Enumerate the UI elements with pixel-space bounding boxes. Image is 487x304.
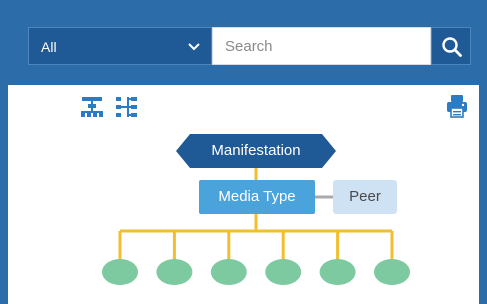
child-node[interactable] bbox=[374, 259, 410, 285]
child-node[interactable] bbox=[210, 259, 247, 285]
peer-node-label[interactable]: Peer bbox=[333, 180, 397, 214]
root-node-label[interactable]: Manifestation bbox=[176, 134, 336, 168]
selected-node-label[interactable]: Media Type bbox=[199, 180, 315, 214]
child-node[interactable] bbox=[319, 259, 356, 285]
child-node[interactable] bbox=[156, 259, 193, 285]
child-node[interactable] bbox=[102, 259, 138, 285]
child-node[interactable] bbox=[265, 259, 302, 285]
